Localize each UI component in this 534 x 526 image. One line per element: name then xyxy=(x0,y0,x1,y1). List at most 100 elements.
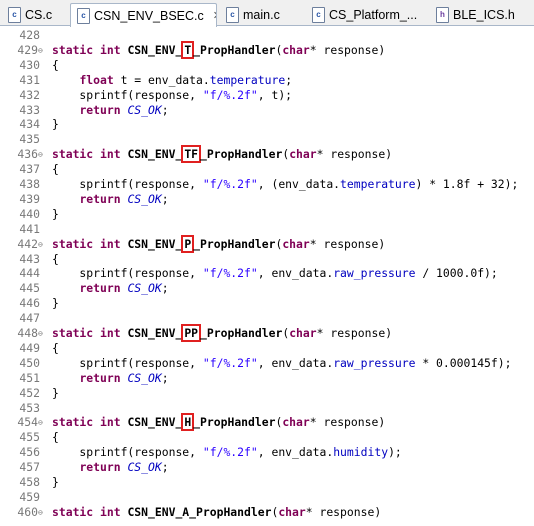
code-token: _PropHandler xyxy=(193,415,276,430)
code-text: } xyxy=(52,475,59,490)
line-number: 436 xyxy=(17,147,38,162)
tab-label: main.c xyxy=(243,7,280,22)
line-number: 454 xyxy=(17,415,38,430)
code-token: * response) xyxy=(316,326,393,340)
code-line[interactable]: 440} xyxy=(0,207,534,222)
code-line[interactable]: 459 xyxy=(0,490,534,505)
code-token: sprintf(response, xyxy=(52,177,203,191)
code-line[interactable]: 453 xyxy=(0,401,534,416)
code-text: return CS_OK; xyxy=(52,370,168,386)
code-line[interactable]: 439 return CS_OK; xyxy=(0,192,534,207)
code-token: return xyxy=(79,281,121,296)
code-text: sprintf(response, "f/%.2f", (env_data.te… xyxy=(52,177,518,192)
code-token: CSN_ENV_ xyxy=(127,415,183,430)
line-number: 435 xyxy=(19,132,40,147)
code-token: CSN_ENV_A_PropHandler xyxy=(127,504,272,519)
code-line[interactable]: 437 { xyxy=(0,162,534,177)
tab-ble-ics-h[interactable]: h BLE_ICS.h xyxy=(430,3,530,26)
code-token: * response) xyxy=(309,415,386,430)
code-text: { xyxy=(52,430,59,445)
code-line[interactable]: 434} xyxy=(0,117,534,132)
tab-label: CSN_ENV_BSEC.c xyxy=(94,8,204,23)
tab-main-c[interactable]: c main.c xyxy=(220,3,304,26)
code-line[interactable]: 443 { xyxy=(0,252,534,267)
code-line[interactable]: 450 sprintf(response, "f/%.2f", env_data… xyxy=(0,356,534,371)
code-token: CS_OK xyxy=(127,370,162,385)
fold-toggle-icon[interactable]: ⊖ xyxy=(38,147,43,162)
code-token: CS_OK xyxy=(127,102,162,117)
code-token: ; xyxy=(285,72,293,87)
code-line[interactable]: 456 sprintf(response, "f/%.2f", env_data… xyxy=(0,445,534,460)
code-line[interactable]: 432 sprintf(response, "f/%.2f", t); xyxy=(0,88,534,103)
code-line[interactable]: 430 { xyxy=(0,58,534,73)
code-line[interactable]: 436 ⊖ static int CSN_ENV_ TF _PropHandler(ch… xyxy=(0,145,534,164)
tab-cs-c[interactable]: c CS.c xyxy=(2,3,64,26)
code-line[interactable]: 449 { xyxy=(0,341,534,356)
code-token: char xyxy=(282,415,310,430)
code-token: _PropHandler xyxy=(200,326,283,340)
code-token: char xyxy=(282,42,310,57)
code-line[interactable]: 458} xyxy=(0,475,534,490)
code-line[interactable]: 447 xyxy=(0,311,534,326)
line-number: 430 xyxy=(19,57,40,72)
code-text: } xyxy=(52,296,59,311)
code-line[interactable]: 433 return CS_OK; xyxy=(0,103,534,118)
code-text: sprintf(response, "f/%.2f", env_data.raw… xyxy=(52,266,498,281)
code-line[interactable]: 446} xyxy=(0,296,534,311)
tab-label: CS.c xyxy=(25,7,53,22)
tab-csn-env-bsec-c[interactable]: c CSN_ENV_BSEC.c ✕ xyxy=(70,3,217,27)
code-editor[interactable]: 428 429 ⊖ static int CSN_ENV_ T _PropHandler(… xyxy=(0,26,534,526)
code-line[interactable]: 431 float t = env_data.temperature; xyxy=(0,73,534,88)
code-line[interactable]: 438 sprintf(response, "f/%.2f", (env_dat… xyxy=(0,177,534,192)
line-number: 445 xyxy=(19,281,40,296)
code-token: , t); xyxy=(257,87,293,102)
code-token: { xyxy=(52,430,59,445)
code-line[interactable]: 442 ⊖ static int CSN_ENV_ P _PropHandler(cha… xyxy=(0,234,534,253)
code-token: static int xyxy=(52,415,128,430)
code-line[interactable]: 452} xyxy=(0,386,534,401)
line-number: 459 xyxy=(19,489,40,504)
code-token: ; xyxy=(161,102,169,117)
code-token: , env_data. xyxy=(257,445,334,460)
code-line[interactable]: 457 return CS_OK; xyxy=(0,460,534,475)
code-token: temperature xyxy=(209,72,286,87)
line-number: 431 xyxy=(19,72,40,87)
code-token: CS_OK xyxy=(127,191,162,206)
code-line[interactable]: 448 ⊖ static int CSN_ENV_ PP _PropHandler(ch… xyxy=(0,324,534,342)
code-line[interactable]: 429 ⊖ static int CSN_ENV_ T _PropHandler(cha… xyxy=(0,40,534,59)
code-token: * response) xyxy=(309,236,386,251)
code-token: CSN_ENV_ xyxy=(127,147,183,162)
code-line[interactable]: 435 xyxy=(0,132,534,147)
code-line[interactable]: 428 xyxy=(0,28,534,43)
fold-toggle-icon[interactable]: ⊖ xyxy=(38,43,43,58)
code-token: return xyxy=(79,191,121,206)
code-line[interactable]: 445 return CS_OK; xyxy=(0,281,534,296)
code-text: } xyxy=(52,117,59,132)
line-number: 438 xyxy=(19,177,40,191)
code-token: "f/%.2f" xyxy=(202,266,258,281)
code-line[interactable]: 460 ⊖ static int CSN_ENV_A_PropHandler(cha… xyxy=(0,505,534,520)
line-number: 449 xyxy=(19,340,40,355)
fold-toggle-icon[interactable]: ⊖ xyxy=(38,415,43,430)
fold-toggle-icon[interactable]: ⊖ xyxy=(38,326,43,341)
fold-toggle-icon[interactable]: ⊖ xyxy=(38,237,43,252)
code-line[interactable]: 441 xyxy=(0,222,534,237)
code-token: CSN_ENV_ xyxy=(127,236,183,251)
close-icon[interactable]: ✕ xyxy=(213,9,216,22)
code-text: { xyxy=(52,252,59,267)
code-token: _PropHandler xyxy=(193,236,276,251)
code-line[interactable]: 454 ⊖ static int CSN_ENV_ H _PropHandler(cha… xyxy=(0,413,534,432)
code-token: sprintf(response, xyxy=(52,266,203,281)
code-token: } xyxy=(52,206,59,221)
code-line[interactable]: 451 return CS_OK; xyxy=(0,371,534,386)
code-line[interactable]: 455 { xyxy=(0,430,534,445)
line-number: 460 xyxy=(17,504,38,519)
code-text: } xyxy=(52,207,59,222)
line-number: 441 xyxy=(19,221,40,236)
code-token: char xyxy=(289,147,317,162)
fold-toggle-icon[interactable]: ⊖ xyxy=(38,505,43,520)
tab-cs-platform[interactable]: c CS_Platform_... xyxy=(306,3,426,26)
code-line[interactable]: 444 sprintf(response, "f/%.2f", env_data… xyxy=(0,266,534,281)
code-token: / 1000.0f); xyxy=(415,266,498,281)
